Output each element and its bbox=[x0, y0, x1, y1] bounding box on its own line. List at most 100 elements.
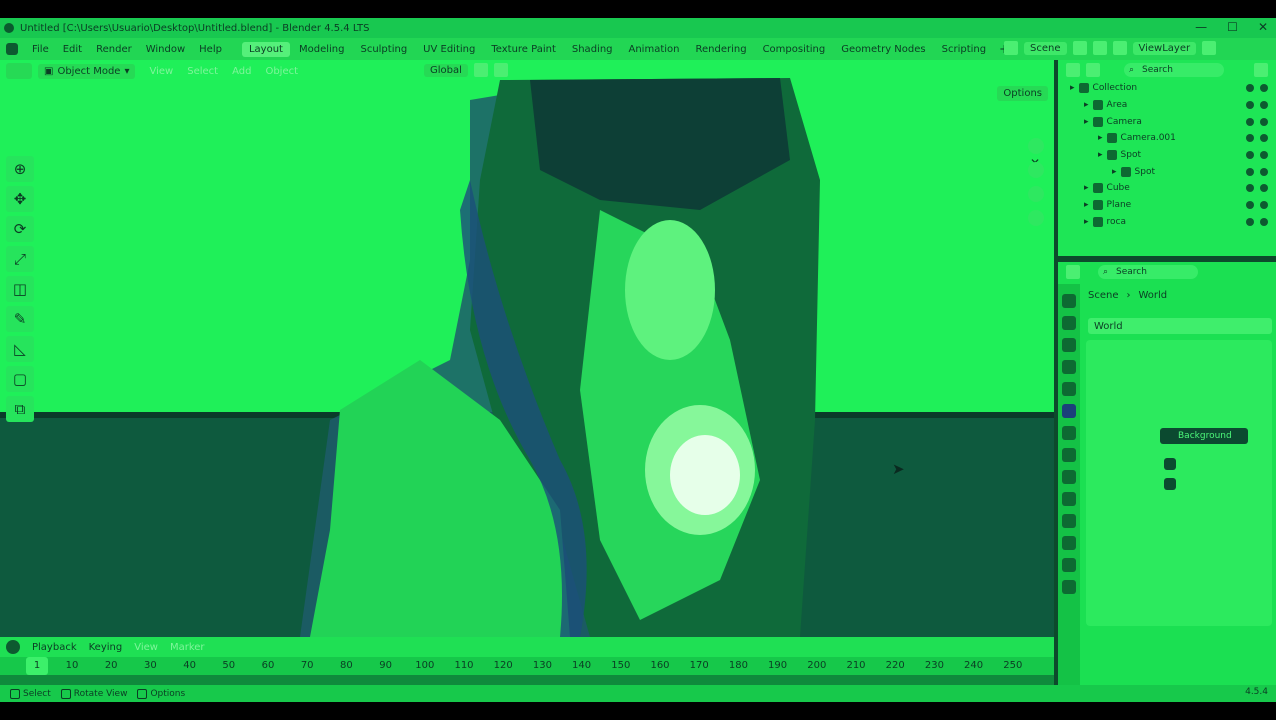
expand-arrow-icon[interactable]: ▸ bbox=[1084, 183, 1089, 193]
measure-tool-icon[interactable]: ◺ bbox=[6, 336, 34, 362]
object-tab-icon[interactable] bbox=[1062, 448, 1076, 462]
outliner-row[interactable]: ▸ Spot bbox=[1058, 163, 1276, 180]
expand-arrow-icon[interactable]: ▸ bbox=[1084, 217, 1089, 227]
camera-render-icon[interactable] bbox=[1260, 184, 1268, 193]
outliner-row[interactable]: ▸ Collection bbox=[1058, 80, 1276, 97]
tab-scripting[interactable]: Scripting bbox=[935, 42, 993, 57]
timeline-track[interactable] bbox=[0, 675, 1054, 685]
pivot-icon[interactable] bbox=[473, 63, 488, 77]
timeline-menu-keying[interactable]: Keying bbox=[89, 642, 123, 653]
eye-icon[interactable] bbox=[1246, 117, 1254, 126]
tab-rendering[interactable]: Rendering bbox=[688, 42, 753, 57]
expand-arrow-icon[interactable]: ▸ bbox=[1098, 133, 1103, 143]
properties-editor[interactable]: ⌕ Search Scene › World World Background bbox=[1058, 262, 1276, 685]
particles-tab-icon[interactable] bbox=[1062, 492, 1076, 506]
scene-tab-icon[interactable] bbox=[1062, 382, 1076, 396]
tab-shading[interactable]: Shading bbox=[565, 42, 620, 57]
eye-icon[interactable] bbox=[1246, 84, 1254, 93]
texture-tab-icon[interactable] bbox=[1062, 580, 1076, 594]
menu-render[interactable]: Render bbox=[96, 44, 132, 55]
viewport-menu-add[interactable]: Add bbox=[232, 66, 251, 77]
tool-tab-icon[interactable] bbox=[1062, 294, 1076, 308]
pan-gizmo-icon[interactable] bbox=[1028, 162, 1044, 178]
timeline-editor-type-icon[interactable] bbox=[6, 640, 20, 654]
collection-tab-icon[interactable] bbox=[1062, 426, 1076, 440]
tab-uv-editing[interactable]: UV Editing bbox=[416, 42, 482, 57]
view-layer-name[interactable]: ViewLayer bbox=[1132, 41, 1197, 55]
menu-help[interactable]: Help bbox=[199, 44, 222, 55]
pin-icon[interactable] bbox=[1072, 41, 1087, 55]
expand-arrow-icon[interactable]: ▸ bbox=[1098, 150, 1103, 160]
camera-render-icon[interactable] bbox=[1260, 117, 1268, 126]
output-tab-icon[interactable] bbox=[1062, 338, 1076, 352]
rotate-tool-icon[interactable]: ⟳ bbox=[6, 216, 34, 242]
outliner[interactable]: ⌕ Search ▸ Collection ▸ Area ▸ Camera ▸ Camera.… bbox=[1058, 60, 1276, 256]
eye-icon[interactable] bbox=[1246, 101, 1254, 110]
snap-icon[interactable] bbox=[493, 63, 508, 77]
zoom-gizmo-icon[interactable] bbox=[1028, 138, 1044, 154]
viewport-menu-select[interactable]: Select bbox=[187, 66, 218, 77]
new-scene-icon[interactable] bbox=[1092, 41, 1107, 55]
world-datablock-selector[interactable]: World bbox=[1088, 318, 1272, 334]
tab-geometry-nodes[interactable]: Geometry Nodes bbox=[834, 42, 932, 57]
blender-menu-icon[interactable] bbox=[6, 43, 18, 55]
expand-arrow-icon[interactable]: ▸ bbox=[1070, 83, 1075, 93]
cursor-tool-icon[interactable]: ⊕ bbox=[6, 156, 34, 182]
scene-name[interactable]: Scene bbox=[1024, 41, 1067, 55]
camera-render-icon[interactable] bbox=[1260, 201, 1268, 210]
expand-arrow-icon[interactable]: ▸ bbox=[1112, 167, 1117, 177]
tab-layout[interactable]: Layout bbox=[241, 41, 290, 57]
outliner-row[interactable]: ▸ Spot bbox=[1058, 147, 1276, 164]
outliner-row[interactable]: ▸ roca bbox=[1058, 214, 1276, 231]
transform-tool-icon[interactable]: ◫ bbox=[6, 276, 34, 302]
orientation-dropdown[interactable]: Global bbox=[424, 63, 468, 77]
close-button[interactable]: ✕ bbox=[1258, 20, 1268, 34]
camera-render-icon[interactable] bbox=[1260, 151, 1268, 160]
tab-animation[interactable]: Animation bbox=[622, 42, 687, 57]
maximize-button[interactable]: ☐ bbox=[1227, 20, 1238, 34]
surface-shader-field[interactable]: Background bbox=[1160, 428, 1248, 444]
timeline-editor[interactable]: Playback Keying View Marker 1 10 20 30 40 50… bbox=[0, 637, 1054, 685]
timeline-menu-playback[interactable]: Playback bbox=[32, 642, 77, 653]
add-cube-tool-icon[interactable]: ▢ bbox=[6, 366, 34, 392]
camera-render-icon[interactable] bbox=[1260, 84, 1268, 93]
object-mode-dropdown[interactable]: ▣ Object Mode ▾ bbox=[38, 63, 136, 79]
new-view-layer-icon[interactable] bbox=[1202, 41, 1217, 55]
outliner-row[interactable]: ▸ Camera.001 bbox=[1058, 130, 1276, 147]
outliner-search-input[interactable]: ⌕ Search bbox=[1124, 63, 1224, 77]
properties-search-input[interactable]: ⌕ Search bbox=[1098, 265, 1198, 279]
camera-view-gizmo-icon[interactable] bbox=[1028, 186, 1044, 202]
outliner-row[interactable]: ▸ Camera bbox=[1058, 113, 1276, 130]
outliner-editor-type-icon[interactable] bbox=[1066, 63, 1080, 77]
eye-icon[interactable] bbox=[1246, 151, 1254, 160]
menu-file[interactable]: File bbox=[32, 44, 49, 55]
move-tool-icon[interactable]: ✥ bbox=[6, 186, 34, 212]
timeline-menu-marker[interactable]: Marker bbox=[170, 642, 205, 653]
menu-window[interactable]: Window bbox=[146, 44, 185, 55]
eye-icon[interactable] bbox=[1246, 201, 1254, 210]
annotate-tool-icon[interactable]: ✎ bbox=[6, 306, 34, 332]
display-mode-icon[interactable] bbox=[1086, 63, 1100, 77]
scale-tool-icon[interactable]: ⤢ bbox=[6, 246, 34, 272]
tab-compositing[interactable]: Compositing bbox=[756, 42, 833, 57]
eye-icon[interactable] bbox=[1246, 217, 1254, 226]
physics-tab-icon[interactable] bbox=[1062, 514, 1076, 528]
camera-render-icon[interactable] bbox=[1260, 134, 1268, 143]
tab-modeling[interactable]: Modeling bbox=[292, 42, 352, 57]
modifier-tab-icon[interactable] bbox=[1062, 470, 1076, 484]
timeline-menu-view[interactable]: View bbox=[134, 642, 158, 653]
color-socket-icon[interactable] bbox=[1164, 458, 1176, 470]
ortho-toggle-gizmo-icon[interactable] bbox=[1028, 210, 1044, 226]
filter-icon[interactable] bbox=[1254, 63, 1268, 77]
strength-socket-icon[interactable] bbox=[1164, 478, 1176, 490]
camera-render-icon[interactable] bbox=[1260, 101, 1268, 110]
viewport-menu-object[interactable]: Object bbox=[265, 66, 298, 77]
properties-editor-type-icon[interactable] bbox=[1066, 265, 1080, 279]
tab-sculpting[interactable]: Sculpting bbox=[353, 42, 414, 57]
tab-texture-paint[interactable]: Texture Paint bbox=[484, 42, 563, 57]
view-layer-tab-icon[interactable] bbox=[1062, 360, 1076, 374]
editor-type-icon[interactable] bbox=[6, 63, 32, 79]
viewport-options-button[interactable]: Options bbox=[997, 86, 1048, 101]
menu-edit[interactable]: Edit bbox=[63, 44, 82, 55]
constraints-tab-icon[interactable] bbox=[1062, 536, 1076, 550]
